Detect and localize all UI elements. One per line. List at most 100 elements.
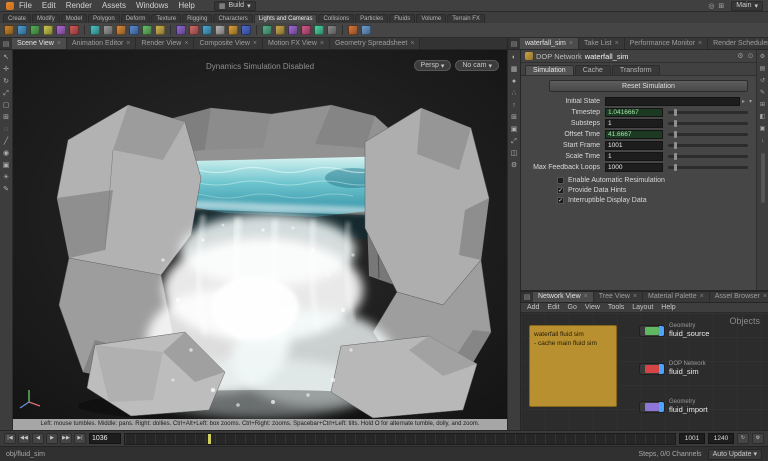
snap-point-icon[interactable]: ◌ bbox=[1, 124, 12, 135]
pane-menu-icon[interactable]: ▤ bbox=[521, 293, 533, 301]
shelf-tool-icon[interactable] bbox=[116, 25, 126, 35]
close-icon[interactable]: × bbox=[633, 293, 637, 300]
close-icon[interactable]: × bbox=[126, 40, 130, 47]
shading-mode-icon[interactable]: ◐ bbox=[509, 52, 520, 63]
shelf-tab-rigging[interactable]: Rigging bbox=[182, 14, 212, 23]
pane-tab-performance-monitor[interactable]: Performance Monitor× bbox=[625, 38, 708, 49]
camera-select-button[interactable]: No cam ▾ bbox=[455, 60, 499, 71]
menu-help[interactable]: Help bbox=[173, 1, 199, 10]
param-tab-cache[interactable]: Cache bbox=[575, 65, 611, 75]
shelf-tool-icon[interactable] bbox=[103, 25, 113, 35]
viewport-canvas[interactable] bbox=[13, 50, 507, 419]
presets-icon[interactable]: ▤ bbox=[760, 65, 766, 73]
jump-end-button[interactable]: ▶| bbox=[74, 433, 86, 444]
shelf-tool-icon[interactable] bbox=[262, 25, 272, 35]
translate-tool-icon[interactable]: ✛ bbox=[1, 64, 12, 75]
shelf-tab-volume[interactable]: Volume bbox=[416, 14, 446, 23]
wireframe-icon[interactable]: ▦ bbox=[509, 64, 520, 75]
param-slider-timestep[interactable] bbox=[668, 111, 748, 114]
shelf-tab-texture[interactable]: Texture bbox=[151, 14, 181, 23]
pane-menu-icon[interactable]: ▤ bbox=[508, 40, 520, 48]
close-icon[interactable]: × bbox=[320, 40, 324, 47]
display-flag[interactable] bbox=[659, 402, 664, 412]
shelf-tab-terrain-fx[interactable]: Terrain FX bbox=[447, 14, 485, 23]
timeline[interactable] bbox=[124, 433, 676, 445]
shelf-tool-icon[interactable] bbox=[348, 25, 358, 35]
grid-toggle-icon[interactable]: ⊞ bbox=[509, 112, 520, 123]
shelf-tool-icon[interactable] bbox=[241, 25, 251, 35]
param-field-start-frame[interactable]: 1001 bbox=[605, 141, 663, 150]
shelf-tool-icon[interactable] bbox=[361, 25, 371, 35]
pane-tab-composite-view[interactable]: Composite View× bbox=[194, 38, 263, 49]
close-icon[interactable]: × bbox=[57, 40, 61, 47]
play-forward-button[interactable]: ▶ bbox=[46, 433, 58, 444]
desktop-dropdown[interactable]: ▦ Build ▾ bbox=[214, 1, 256, 11]
pane-tab-render-view[interactable]: Render View× bbox=[136, 38, 194, 49]
pane-tab-waterfall-sim[interactable]: waterfall_sim× bbox=[520, 38, 579, 49]
prev-frame-button[interactable]: ◀◀ bbox=[18, 433, 30, 444]
select-tool-icon[interactable]: ↖ bbox=[1, 52, 12, 63]
checkbox-interruptible-display-data[interactable]: ✓ bbox=[557, 197, 564, 204]
light-icon[interactable]: ☀ bbox=[1, 172, 12, 183]
radial-menu-icon[interactable]: ◎ bbox=[708, 2, 714, 10]
node-name-label[interactable]: waterfall_sim bbox=[585, 52, 629, 61]
snapshot-icon[interactable]: ◫ bbox=[509, 148, 520, 159]
pane-tab-motion-fx-view[interactable]: Motion FX View× bbox=[263, 38, 330, 49]
scroll-down-icon[interactable]: ↓ bbox=[761, 137, 764, 145]
param-field-substeps[interactable]: 1 bbox=[605, 119, 663, 128]
param-field-max-feedback-loops[interactable]: 1000 bbox=[605, 163, 663, 172]
param-tab-transform[interactable]: Transform bbox=[612, 65, 660, 75]
close-icon[interactable]: × bbox=[615, 40, 619, 47]
shelf-tool-icon[interactable] bbox=[215, 25, 225, 35]
pane-tab-animation-editor[interactable]: Animation Editor× bbox=[67, 38, 136, 49]
param-slider-max-feedback-loops[interactable] bbox=[668, 166, 748, 169]
shelf-tool-icon[interactable] bbox=[155, 25, 165, 35]
param-slider-offset-time[interactable] bbox=[668, 133, 748, 136]
panel-icon[interactable]: ▣ bbox=[760, 125, 766, 133]
network-menu-layout[interactable]: Layout bbox=[628, 304, 657, 311]
close-icon[interactable]: × bbox=[584, 293, 588, 300]
range-start-field[interactable]: 1001 bbox=[679, 433, 705, 444]
autosave-icon[interactable]: ⊞ bbox=[718, 2, 724, 10]
perspective-view-button[interactable]: Persp ▾ bbox=[414, 60, 452, 71]
node-icon-fluid-source[interactable] bbox=[639, 325, 665, 337]
node-fluid-import[interactable]: Geometryfluid_import bbox=[639, 399, 708, 415]
network-menu-view[interactable]: View bbox=[581, 304, 604, 311]
display-flag[interactable] bbox=[659, 326, 664, 336]
playhead[interactable] bbox=[208, 434, 211, 444]
param-tab-simulation[interactable]: Simulation bbox=[525, 65, 574, 75]
camera-icon[interactable]: ▣ bbox=[1, 160, 12, 171]
snap-grid-icon[interactable]: ⊞ bbox=[1, 112, 12, 123]
close-icon[interactable]: × bbox=[253, 40, 257, 47]
shelf-tool-icon[interactable] bbox=[288, 25, 298, 35]
network-tab-asset-browser[interactable]: Asset Browser× bbox=[710, 292, 768, 302]
menu-edit[interactable]: Edit bbox=[37, 1, 61, 10]
loop-mode-button[interactable]: ↻ bbox=[737, 433, 749, 444]
close-icon[interactable]: × bbox=[763, 293, 767, 300]
menu-icon[interactable]: ▾ bbox=[747, 98, 754, 105]
param-slider-scale-time[interactable] bbox=[668, 155, 748, 158]
revert-icon[interactable]: ↺ bbox=[760, 77, 765, 85]
playback-options-button[interactable]: ⚙ bbox=[752, 433, 764, 444]
close-icon[interactable]: × bbox=[700, 293, 704, 300]
param-field-timestep[interactable]: 1.0416667 bbox=[605, 108, 663, 117]
shelf-tab-deform[interactable]: Deform bbox=[121, 14, 151, 23]
handles-icon[interactable]: ✎ bbox=[1, 184, 12, 195]
network-menu-tools[interactable]: Tools bbox=[604, 304, 628, 311]
camera-view-icon[interactable]: ▣ bbox=[509, 124, 520, 135]
param-field-scale-time[interactable]: 1 bbox=[605, 152, 663, 161]
shelf-tab-collisions[interactable]: Collisions bbox=[318, 14, 354, 23]
shelf-tool-icon[interactable] bbox=[90, 25, 100, 35]
play-reverse-button[interactable]: ◀ bbox=[32, 433, 44, 444]
scrollbar-thumb[interactable] bbox=[761, 153, 765, 203]
shelf-tool-icon[interactable] bbox=[17, 25, 27, 35]
close-icon[interactable]: × bbox=[410, 40, 414, 47]
shelf-tool-icon[interactable] bbox=[202, 25, 212, 35]
rotate-tool-icon[interactable]: ↻ bbox=[1, 76, 12, 87]
shelf-tool-icon[interactable] bbox=[43, 25, 53, 35]
network-menu-add[interactable]: Add bbox=[523, 304, 543, 311]
network-tab-material-palette[interactable]: Material Palette× bbox=[643, 292, 710, 302]
scale-tool-icon[interactable]: ⤢ bbox=[1, 88, 12, 99]
pose-tool-icon[interactable]: ▢ bbox=[1, 100, 12, 111]
node-icon-fluid-import[interactable] bbox=[639, 401, 665, 413]
